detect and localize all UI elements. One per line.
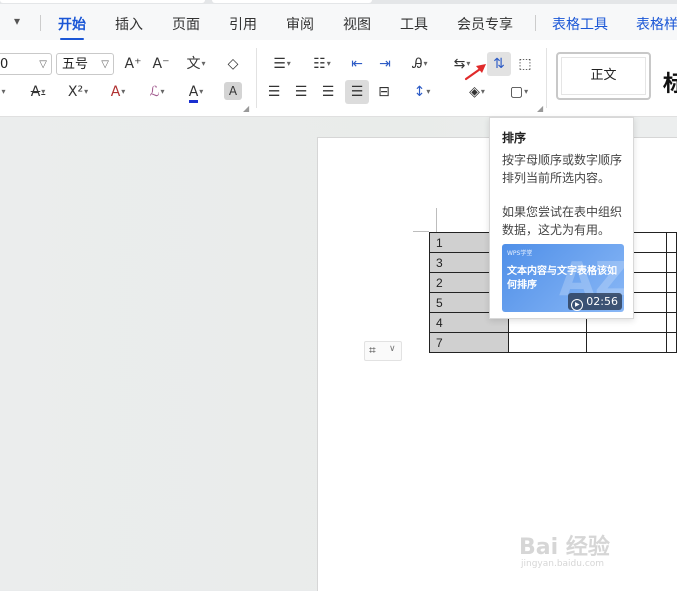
distributed-align-icon[interactable]: ⊟ (374, 81, 394, 103)
table-cell[interactable] (586, 332, 668, 353)
tooltip-description: 按字母顺序或数字顺序排列当前所选内容。 (502, 153, 623, 185)
tab-references[interactable]: 引用 (229, 14, 257, 34)
sort-icon[interactable]: ⇅ (487, 52, 511, 76)
phonetic-guide-glyph: 文 (186, 56, 201, 72)
chevron-down-icon: ▽ (39, 59, 47, 70)
justify-icon[interactable]: ☰ (345, 80, 369, 104)
tooltip-hint: 如果您尝试在表中组织数据，这尤为有用。 (502, 205, 623, 237)
collapse-ribbon-icon[interactable]: ▾ (8, 14, 26, 30)
chevron-down-icon: ▽ (101, 59, 109, 70)
font-size-value: 五号 (62, 57, 89, 72)
table-cell[interactable] (507, 332, 588, 353)
document-tab-stub[interactable] (0, 0, 205, 3)
chevron-down-icon: ∨ (389, 344, 396, 354)
strikethrough-glyph: A (30, 84, 41, 100)
clear-format-icon[interactable]: ◇ (222, 53, 244, 75)
align-center-icon[interactable]: ☰ (291, 81, 311, 103)
decrease-indent-icon[interactable]: ⇤ (346, 53, 368, 75)
font-color-glyph: A (188, 84, 199, 103)
font-color-icon[interactable]: A▾ (180, 81, 212, 103)
crop-mark (436, 208, 437, 232)
increase-font-icon[interactable]: A⁺ (122, 53, 144, 75)
watermark: Bai 经验 jingyan.baidu.com (519, 529, 610, 569)
crop-mark (413, 231, 429, 232)
table-cell[interactable] (666, 252, 677, 273)
tab-page[interactable]: 页面 (172, 14, 200, 34)
play-icon: ▶ (571, 299, 584, 311)
font-name-select[interactable]: 0 ▽ (0, 53, 52, 75)
table-cell[interactable] (666, 332, 677, 353)
table-cell[interactable] (666, 232, 677, 253)
table-cell[interactable] (666, 312, 677, 333)
watermark-url: jingyan.baidu.com (521, 559, 605, 569)
paragraph-dialog-launcher-icon[interactable]: ◢ (537, 104, 543, 113)
divider (256, 48, 257, 108)
strikethrough-icon[interactable]: A▾ (22, 81, 54, 103)
table-row: 7 (429, 332, 677, 353)
tooltip-title: 排序 (502, 131, 527, 145)
table-cell[interactable] (666, 292, 677, 313)
watermark-logo: Bai 经验 (519, 535, 610, 560)
highlight-icon[interactable]: ℒ▾ (141, 81, 173, 103)
tab-member[interactable]: 会员专享 (457, 14, 513, 34)
tab-table-tools[interactable]: 表格工具 (552, 14, 608, 34)
line-spacing-icon[interactable]: ↕▾ (406, 81, 438, 103)
borders-icon[interactable]: ▢▾ (503, 81, 535, 103)
tab-view[interactable]: 视图 (343, 14, 371, 34)
font-dialog-launcher-icon[interactable]: ◢ (243, 104, 249, 113)
decrease-font-icon[interactable]: A⁻ (150, 53, 172, 75)
shading-icon[interactable]: ◈▾ (461, 81, 493, 103)
divider (546, 48, 547, 108)
character-shading-icon[interactable]: A (224, 82, 242, 100)
underline-dropdown-icon[interactable]: ▾ (0, 81, 10, 103)
font-size-select[interactable]: 五号 ▽ (56, 53, 114, 75)
increase-indent-icon[interactable]: ⇥ (374, 53, 396, 75)
style-normal[interactable]: 正文 (556, 52, 651, 100)
superscript-glyph: X² (67, 84, 84, 100)
tab-tools[interactable]: 工具 (400, 14, 428, 34)
document-tab-stub[interactable] (212, 0, 372, 3)
style-heading-fragment[interactable]: 标 (663, 66, 677, 98)
divider (535, 15, 536, 31)
align-right-icon[interactable]: ☰ (318, 81, 338, 103)
text-effect-glyph: A (110, 84, 121, 100)
font-name-value: 0 (0, 57, 9, 72)
red-pointer-arrow-icon (464, 64, 486, 81)
tutorial-video-thumbnail[interactable]: AZ WPS学堂 文本内容与文字表格该如何排序 ▶ 02:56 (502, 244, 624, 312)
ribbon-toolbar: 0 ▽ 五号 ▽ A⁺ A⁻ 文▾ ◇ ▾ A▾ X²▾ A▾ ℒ▾ A▾ A … (0, 40, 677, 117)
video-duration-badge[interactable]: ▶ 02:56 (568, 293, 622, 311)
bullet-list-icon[interactable]: ☰▾ (266, 53, 298, 75)
align-left-icon[interactable]: ☰ (264, 81, 284, 103)
sort-tooltip: 排序 按字母顺序或数字顺序排列当前所选内容。 如果您尝试在表中组织数据，这尤为有… (489, 117, 634, 319)
tab-table-styles[interactable]: 表格样式 (636, 14, 677, 34)
tab-home[interactable]: 开始 (58, 14, 86, 40)
table-quick-menu-button[interactable]: ⌗ ∨ (364, 341, 402, 361)
divider (40, 15, 41, 31)
superscript-icon[interactable]: X²▾ (62, 81, 94, 103)
ribbon-tab-bar: ▾ 开始 插入 页面 引用 审阅 视图 工具 会员专享 表格工具 表格样式 (0, 4, 677, 40)
highlight-glyph: ℒ (149, 84, 160, 100)
table-cell[interactable] (666, 272, 677, 293)
style-normal-label: 正文 (561, 57, 646, 95)
video-brand: WPS学堂 (507, 250, 533, 257)
table-cell[interactable]: 7 (429, 332, 509, 353)
numbered-list-icon[interactable]: ☷▾ (306, 53, 338, 75)
text-direction-icon[interactable]: Ꭿ▾ (404, 53, 436, 75)
tab-insert[interactable]: 插入 (115, 14, 143, 34)
phonetic-guide-icon[interactable]: 文▾ (180, 53, 212, 75)
video-duration: 02:56 (586, 295, 618, 308)
table-move-handle-icon: ⌗ (369, 343, 376, 357)
text-effect-icon[interactable]: A▾ (102, 81, 134, 103)
show-hide-marks-icon[interactable]: ⬚ (514, 53, 536, 75)
tab-review[interactable]: 审阅 (286, 14, 314, 34)
video-title: 文本内容与文字表格该如何排序 (507, 266, 617, 291)
